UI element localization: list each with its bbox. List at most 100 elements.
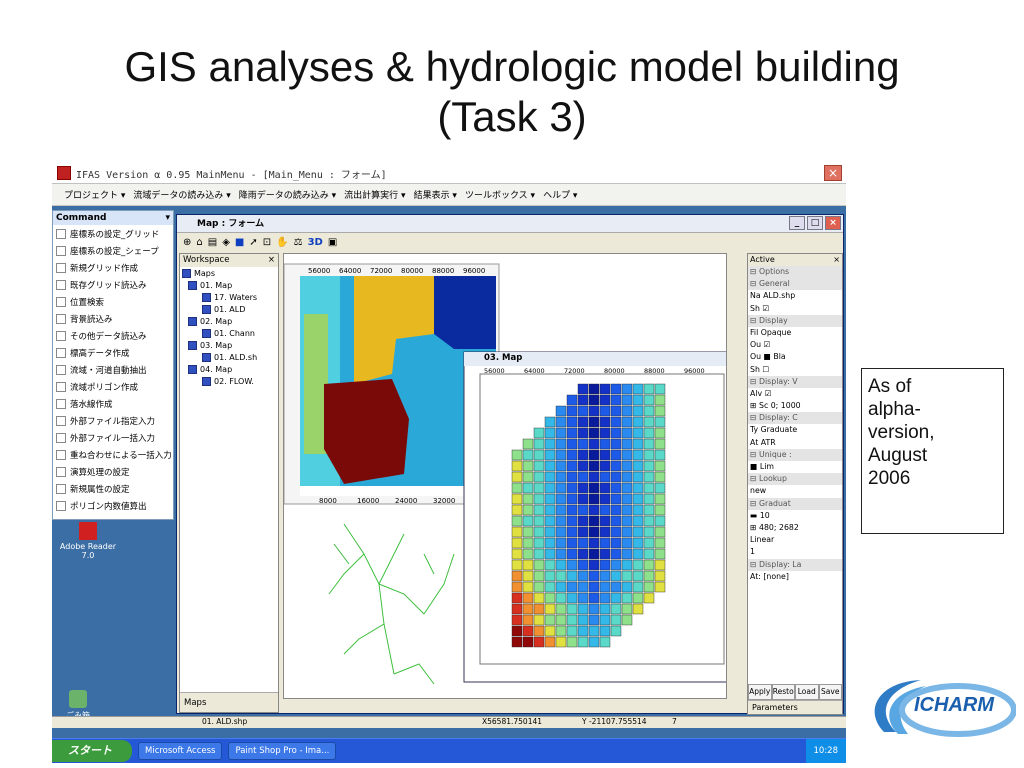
close-icon[interactable]: × [268, 254, 275, 267]
property-section[interactable]: ⊟ Unique : [748, 448, 842, 461]
tree-item[interactable]: 01. ALD [180, 303, 278, 315]
property-section[interactable]: ⊟ Graduat [748, 497, 842, 510]
tree-item[interactable]: 01. Chann [180, 327, 278, 339]
property-row[interactable]: Sh ☐ [748, 364, 842, 376]
property-row[interactable]: Ou ■ Bla [748, 351, 842, 363]
command-item[interactable]: 落水線作成 [53, 395, 173, 412]
property-row[interactable]: Ou ☑ [748, 339, 842, 351]
menu-item[interactable]: 降雨データの読み込み ▾ [237, 188, 338, 201]
command-item[interactable]: 外部ファイル指定入力 [53, 412, 173, 429]
property-section[interactable]: ⊟ Display: C [748, 412, 842, 425]
property-row[interactable]: Na ALD.shp [748, 290, 842, 302]
fill-icon[interactable]: ■ [235, 237, 244, 248]
command-item[interactable]: 新規グリッド作成 [53, 259, 173, 276]
tree-item[interactable]: 17. Waters [180, 291, 278, 303]
maximize-icon[interactable]: □ [807, 216, 823, 230]
menu-item[interactable]: ヘルプ ▾ [541, 188, 579, 201]
menu-item[interactable]: ツールボックス ▾ [463, 188, 537, 201]
tree-item[interactable]: 04. Map [180, 363, 278, 375]
close-icon[interactable]: × [824, 165, 842, 181]
command-item[interactable]: 座標系の設定_グリッド [53, 225, 173, 242]
screenshot: IFAS Version α 0.95 MainMenu - [Main_Men… [52, 162, 846, 763]
raster-cell [654, 493, 666, 505]
command-item[interactable]: その他データ読込み [53, 327, 173, 344]
raster-cell [566, 449, 578, 461]
add-layer-icon[interactable]: ⊕ [183, 237, 191, 248]
property-row[interactable]: Alv ☑ [748, 388, 842, 400]
property-section[interactable]: ⊟ General [748, 278, 842, 291]
zoom-icon[interactable]: ⊡ [263, 237, 271, 248]
command-item[interactable]: 演算処理の設定 [53, 463, 173, 480]
command-item[interactable]: 重ね合わせによる一括入力 [53, 446, 173, 463]
raster-cell [599, 581, 611, 593]
menu-item[interactable]: 流域データの読み込み ▾ [131, 188, 232, 201]
command-item-label: 流域ポリゴン作成 [70, 382, 139, 393]
parameters-tab[interactable]: Parameters [748, 700, 842, 714]
raster-cell [522, 460, 534, 472]
tree-item[interactable]: Maps [180, 267, 278, 279]
taskbar-button[interactable]: Paint Shop Pro - Ima... [228, 742, 337, 760]
property-row[interactable]: ■ Lim [748, 461, 842, 473]
checkbox-icon [56, 398, 66, 409]
property-section[interactable]: ⊟ Lookup [748, 473, 842, 486]
property-row[interactable]: Fil Opaque [748, 327, 842, 339]
export-icon[interactable]: ▣ [328, 237, 337, 248]
layer-icon[interactable]: ◈ [222, 237, 230, 248]
dropdown-arrow-icon[interactable]: ▾ [165, 211, 170, 225]
command-item-label: 新規属性の設定 [70, 484, 130, 495]
measure-icon[interactable]: ⚖ [294, 237, 303, 248]
property-row[interactable]: ⊞ 480; 2682 [748, 522, 842, 534]
minimize-icon[interactable]: _ [789, 216, 805, 230]
property-row[interactable]: Sh ☑ [748, 303, 842, 315]
property-row[interactable]: At: [none] [748, 571, 842, 583]
save-icon[interactable]: ▤ [208, 237, 217, 248]
pointer-icon[interactable]: ➚ [249, 237, 257, 248]
command-item[interactable]: 位置検索 [53, 293, 173, 310]
map-canvas[interactable]: 56000 64000 72000 80000 88000 96000 8000 16000… [283, 253, 727, 699]
command-item[interactable]: 既存グリッド読込み [53, 276, 173, 293]
tree-item[interactable]: 01. Map [180, 279, 278, 291]
property-row[interactable]: Ty Graduate [748, 424, 842, 436]
close-icon[interactable]: × [825, 216, 841, 230]
property-row[interactable]: ⊞ Sc 0; 1000 [748, 400, 842, 412]
command-item[interactable]: 新規属性の設定 [53, 480, 173, 497]
tree-item[interactable]: 01. ALD.sh [180, 351, 278, 363]
adobe-reader-desktop-icon[interactable]: Adobe Reader 7.0 [58, 522, 118, 560]
property-row[interactable]: 1 [748, 546, 842, 558]
active-button[interactable]: Load [795, 684, 819, 700]
property-section[interactable]: ⊟ Display: V [748, 375, 842, 388]
command-item[interactable]: 座標系の設定_シェープ [53, 242, 173, 259]
raster-cell [599, 504, 611, 516]
raster-cell [632, 570, 644, 582]
workspace-tab-maps[interactable]: Maps [180, 692, 278, 712]
active-button[interactable]: Save [818, 684, 842, 700]
command-item[interactable]: 外部ファイル一括入力 [53, 429, 173, 446]
property-row[interactable]: new [748, 485, 842, 497]
raster-cell [555, 559, 567, 571]
taskbar-button[interactable]: Microsoft Access [138, 742, 223, 760]
menu-item[interactable]: プロジェクト ▾ [62, 188, 127, 201]
close-icon[interactable]: × [833, 254, 840, 266]
menu-item[interactable]: 流出計算実行 ▾ [342, 188, 407, 201]
command-item[interactable]: 流域・河道自動抽出 [53, 361, 173, 378]
open-icon[interactable]: ⌂ [196, 237, 202, 248]
property-row[interactable]: At ATR [748, 437, 842, 449]
tree-item[interactable]: 03. Map [180, 339, 278, 351]
tree-item[interactable]: 02. FLOW. [180, 375, 278, 387]
active-button[interactable]: Resto [771, 684, 795, 700]
tree-item[interactable]: 02. Map [180, 315, 278, 327]
start-button[interactable]: スタート [52, 740, 132, 762]
property-row[interactable]: Linear [748, 534, 842, 546]
command-item[interactable]: 標高データ作成 [53, 344, 173, 361]
active-button[interactable]: Apply [748, 684, 772, 700]
command-item[interactable]: ポリゴン内数値算出 [53, 497, 173, 514]
3d-icon[interactable]: 3D [308, 237, 323, 248]
command-item[interactable]: 流域ポリゴン作成 [53, 378, 173, 395]
property-section[interactable]: ⊟ Display [748, 314, 842, 327]
pan-icon[interactable]: ✋ [276, 237, 288, 248]
property-section[interactable]: ⊟ Options [748, 266, 842, 279]
property-row[interactable]: ▬ 10 [748, 510, 842, 522]
command-item[interactable]: 背景読込み [53, 310, 173, 327]
property-section[interactable]: ⊟ Display: La [748, 558, 842, 571]
menu-item[interactable]: 結果表示 ▾ [412, 188, 459, 201]
